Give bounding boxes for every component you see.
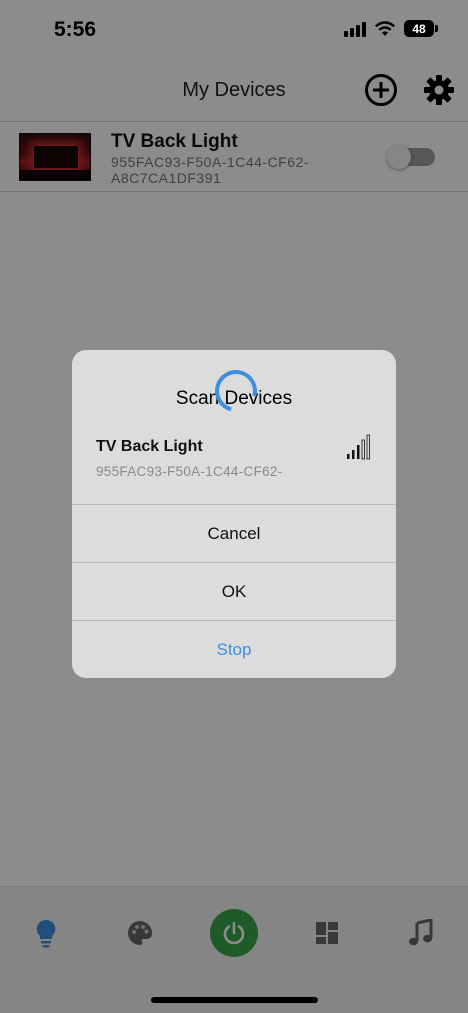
app-screen: 5:56 48 My Devices TV Back Light 955FAC9… — [0, 0, 468, 1013]
scan-devices-dialog: Scan Devices TV Back Light 955FAC93-F50A… — [72, 350, 396, 678]
battery-level: 48 — [412, 21, 426, 36]
home-indicator[interactable] — [151, 997, 318, 1003]
ok-button[interactable]: OK — [72, 562, 396, 620]
found-device-name: TV Back Light — [96, 438, 203, 455]
cancel-button[interactable]: Cancel — [72, 504, 396, 562]
stop-button[interactable]: Stop — [72, 620, 396, 678]
loading-spinner-icon — [207, 362, 265, 420]
signal-strength-icon — [347, 434, 370, 460]
found-device-id: 955FAC93-F50A-1C44-CF62- — [96, 464, 283, 479]
